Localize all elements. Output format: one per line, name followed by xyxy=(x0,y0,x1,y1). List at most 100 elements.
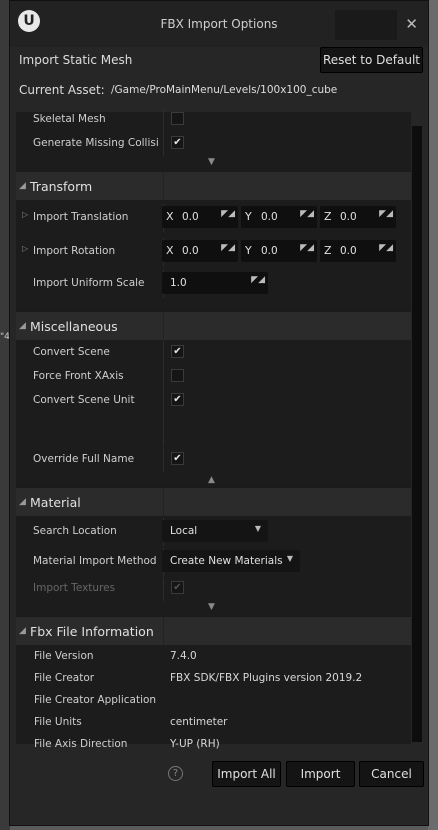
section-transform[interactable]: ◢ Transform xyxy=(16,171,411,200)
column-divider xyxy=(163,132,164,156)
window-button-1[interactable] xyxy=(335,10,369,40)
convert-scene-label: Convert Scene xyxy=(33,346,110,358)
rotation-z-field[interactable]: Z 0.0 ◤◢ xyxy=(320,240,396,262)
column-divider xyxy=(163,488,164,516)
column-divider xyxy=(163,312,164,340)
expand-advanced-icon[interactable]: ▼ xyxy=(208,602,215,612)
axis-x-label: X xyxy=(166,244,174,257)
search-location-value: Local xyxy=(170,525,198,537)
convert-scene-row: Convert Scene ✔ xyxy=(16,341,411,365)
import-textures-row: Import Textures ✔ xyxy=(16,577,411,601)
search-location-row: Search Location Local ▼ xyxy=(16,518,411,546)
fbx-info-value: FBX SDK/FBX Plugins version 2019.2 xyxy=(170,672,363,684)
translation-y-value: 0.0 xyxy=(261,211,278,223)
spin-grip-icon[interactable]: ◤◢ xyxy=(300,209,314,219)
spin-grip-icon[interactable]: ◤◢ xyxy=(251,275,265,285)
rotation-y-value: 0.0 xyxy=(261,245,278,257)
import-translation-label: Import Translation xyxy=(33,211,129,223)
window-button-2[interactable] xyxy=(365,10,397,40)
rotation-y-field[interactable]: Y 0.0 ◤◢ xyxy=(241,240,317,262)
chevron-down-icon: ▼ xyxy=(254,524,261,533)
spacer-row xyxy=(16,413,411,447)
section-collapse-icon: ◢ xyxy=(19,626,26,636)
convert-scene-unit-checkbox[interactable]: ✔ xyxy=(171,393,184,406)
force-front-xaxis-row: Force Front XAxis xyxy=(16,365,411,389)
spin-grip-icon[interactable]: ◤◢ xyxy=(379,243,393,253)
fbx-info-value: centimeter xyxy=(170,716,228,728)
cancel-button[interactable]: Cancel xyxy=(359,761,424,787)
import-button[interactable]: Import xyxy=(286,761,355,787)
current-asset-label: Current Asset: xyxy=(19,83,105,97)
current-asset-path: /Game/ProMainMenu/Levels/100x100_cube xyxy=(111,84,338,96)
close-icon[interactable]: ✕ xyxy=(405,15,418,33)
spin-grip-icon[interactable]: ◤◢ xyxy=(300,243,314,253)
material-import-method-row: Material Import Method Create New Materi… xyxy=(16,548,411,576)
spin-grip-icon[interactable]: ◤◢ xyxy=(221,209,235,219)
spin-grip-icon[interactable]: ◤◢ xyxy=(379,209,393,219)
rotation-z-value: 0.0 xyxy=(340,245,357,257)
force-front-xaxis-checkbox[interactable] xyxy=(171,369,184,382)
fbx-info-label: File Creator xyxy=(34,672,95,684)
spin-grip-icon[interactable]: ◤◢ xyxy=(221,243,235,253)
generate-collision-checkbox[interactable]: ✔ xyxy=(171,136,184,149)
translation-z-field[interactable]: Z 0.0 ◤◢ xyxy=(320,206,396,228)
section-title: Miscellaneous xyxy=(30,319,118,334)
section-title: Material xyxy=(30,495,81,510)
chevron-down-icon: ▼ xyxy=(286,554,293,563)
section-collapse-icon: ◢ xyxy=(19,321,26,331)
material-import-method-label: Material Import Method xyxy=(33,555,157,567)
fbx-import-dialog: U FBX Import Options ✕ Import Static Mes… xyxy=(9,0,429,826)
axis-y-label: Y xyxy=(245,244,252,257)
rotation-x-field[interactable]: X 0.0 ◤◢ xyxy=(162,240,238,262)
import-all-button[interactable]: Import All xyxy=(212,761,281,787)
translation-x-value: 0.0 xyxy=(182,211,199,223)
reset-to-default-button[interactable]: Reset to Default xyxy=(320,47,423,73)
skeletal-mesh-checkbox[interactable] xyxy=(171,112,184,125)
convert-scene-unit-row: Convert Scene Unit ✔ xyxy=(16,389,411,413)
import-textures-checkbox: ✔ xyxy=(171,581,184,594)
title-bar[interactable]: U FBX Import Options ✕ xyxy=(10,1,428,47)
fbx-info-label: File Version xyxy=(34,650,94,662)
section-material[interactable]: ◢ Material xyxy=(16,487,411,516)
convert-scene-unit-label: Convert Scene Unit xyxy=(33,394,135,406)
axis-z-label: Z xyxy=(324,244,332,257)
generate-collision-label: Generate Missing Collisi xyxy=(33,137,159,149)
section-collapse-icon: ◢ xyxy=(19,497,26,507)
expand-row-icon[interactable]: ▷ xyxy=(22,210,28,219)
section-miscellaneous[interactable]: ◢ Miscellaneous xyxy=(16,311,411,340)
background-right xyxy=(428,0,438,830)
uniform-scale-field[interactable]: 1.0 ◤◢ xyxy=(162,272,268,294)
scrollbar[interactable] xyxy=(412,126,422,742)
axis-z-label: Z xyxy=(324,210,332,223)
expand-advanced-icon[interactable]: ▼ xyxy=(208,157,215,167)
translation-y-field[interactable]: Y 0.0 ◤◢ xyxy=(241,206,317,228)
help-icon[interactable]: ? xyxy=(168,766,183,781)
skeletal-mesh-label: Skeletal Mesh xyxy=(33,113,106,125)
rotation-x-value: 0.0 xyxy=(182,245,199,257)
axis-y-label: Y xyxy=(245,210,252,223)
section-title: Fbx File Information xyxy=(30,624,154,639)
material-import-method-dropdown[interactable]: Create New Materials ▼ xyxy=(162,550,300,572)
section-fbx-file-information[interactable]: ◢ Fbx File Information xyxy=(16,616,411,645)
convert-scene-checkbox[interactable]: ✔ xyxy=(171,345,184,358)
column-divider xyxy=(163,448,164,472)
import-uniform-scale-row: Import Uniform Scale 1.0 ◤◢ xyxy=(16,270,411,298)
fbx-info-value: Y-UP (RH) xyxy=(170,738,220,750)
column-divider xyxy=(163,413,164,447)
force-front-xaxis-label: Force Front XAxis xyxy=(33,370,124,382)
collapse-advanced-icon[interactable]: ▲ xyxy=(208,475,215,485)
column-divider xyxy=(163,617,164,645)
import-rotation-row: ▷ Import Rotation X 0.0 ◤◢ Y 0.0 ◤◢ Z 0.0 ◤◢ xyxy=(16,238,411,266)
fbx-info-label: File Axis Direction xyxy=(34,738,128,750)
override-full-name-checkbox[interactable]: ✔ xyxy=(171,452,184,465)
translation-x-field[interactable]: X 0.0 ◤◢ xyxy=(162,206,238,228)
fbx-info-row: File Version 7.4.0 xyxy=(16,646,411,668)
expand-row-icon[interactable]: ▷ xyxy=(22,244,28,253)
material-import-method-value: Create New Materials xyxy=(170,555,283,567)
search-location-dropdown[interactable]: Local ▼ xyxy=(162,520,268,542)
column-divider xyxy=(163,172,164,200)
column-divider xyxy=(163,108,164,132)
import-rotation-label: Import Rotation xyxy=(33,245,116,257)
import-uniform-scale-label: Import Uniform Scale xyxy=(33,277,145,289)
translation-z-value: 0.0 xyxy=(340,211,357,223)
